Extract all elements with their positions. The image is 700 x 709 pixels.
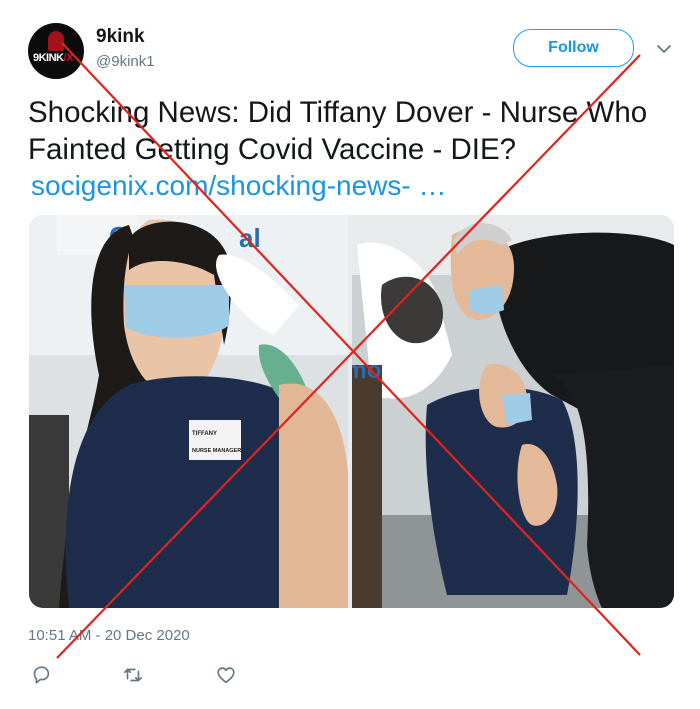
tweet-link[interactable]: socigenix.com/shocking-news- …	[31, 170, 447, 202]
like-icon[interactable]	[215, 664, 237, 686]
sign-letters-right: emo	[352, 357, 381, 384]
chevron-down-icon[interactable]	[655, 42, 673, 56]
reply-icon-glyph	[33, 666, 50, 684]
reply-icon[interactable]	[30, 664, 52, 686]
tweet-timestamp[interactable]: 10:51 AM - 20 Dec 2020	[28, 627, 190, 644]
heart-icon	[217, 667, 235, 684]
avatar-logo: 9KINK/X	[33, 52, 73, 64]
nurse-seated-image: C al TIFFANY NURSE MANAGER	[29, 215, 348, 608]
retweet-icon-glyph	[123, 668, 143, 682]
avatar-figure-icon	[48, 31, 64, 51]
avatar[interactable]: 9KINK/X	[28, 23, 84, 79]
tweet-media[interactable]: C al TIFFANY NURSE MANAGER	[29, 215, 674, 608]
tweet-card: 9KINK/X 9kink @9kink1 Follow Shocking Ne…	[0, 0, 700, 709]
sign-letters: al	[239, 223, 261, 253]
media-photo-right[interactable]: emo	[352, 215, 674, 608]
badge-title: NURSE MANAGER	[192, 448, 241, 454]
retweet-icon[interactable]	[122, 664, 144, 686]
nurse-fainted-image: emo	[352, 215, 674, 608]
tweet-text: Shocking News: Did Tiffany Dover - Nurse…	[28, 96, 648, 166]
badge-name: TIFFANY	[192, 431, 217, 437]
user-handle[interactable]: @9kink1	[96, 53, 155, 70]
media-photo-left[interactable]: C al TIFFANY NURSE MANAGER	[29, 215, 348, 608]
user-display-name[interactable]: 9kink	[96, 26, 145, 48]
follow-button[interactable]: Follow	[513, 29, 634, 67]
